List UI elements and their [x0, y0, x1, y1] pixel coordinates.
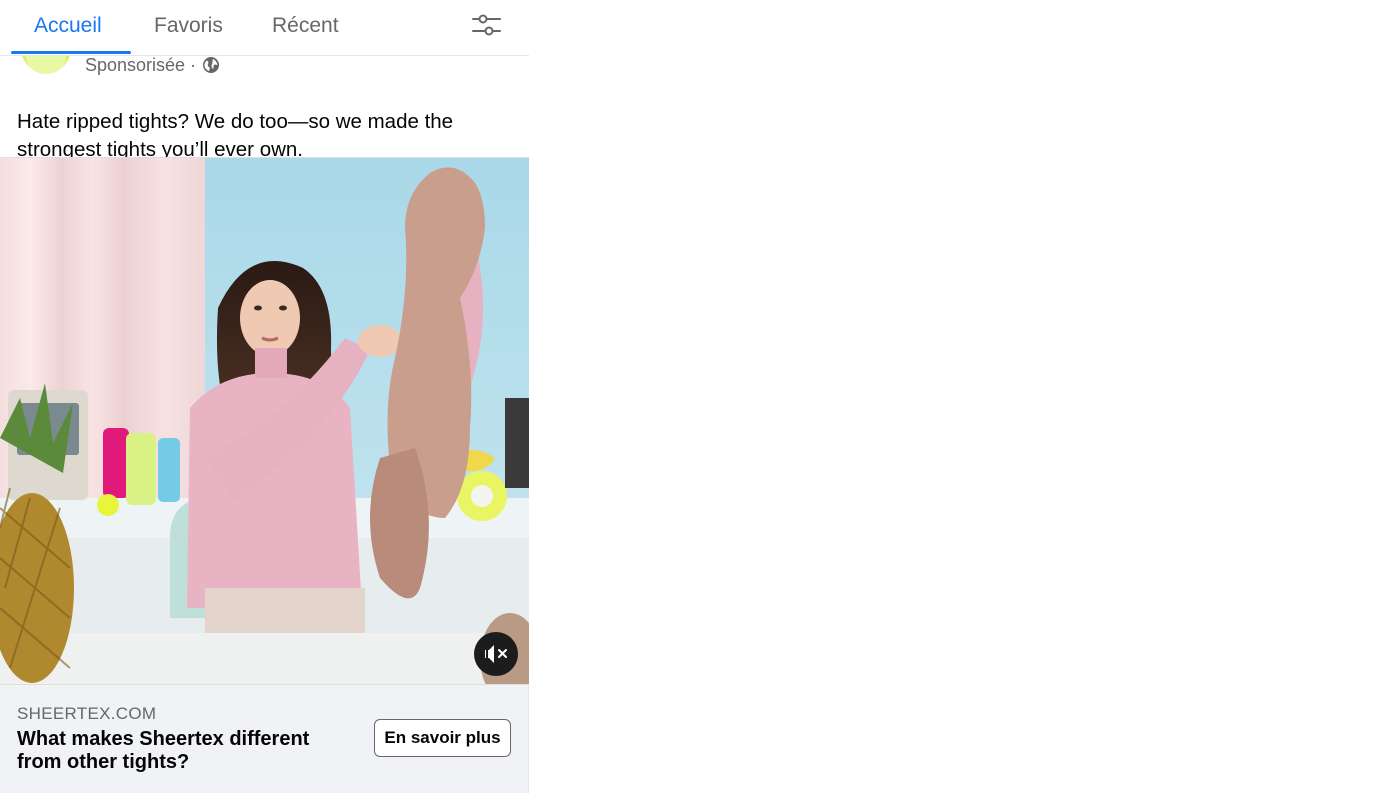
link-domain: SHEERTEX.COM	[17, 704, 157, 723]
tab-accueil[interactable]: Accueil	[34, 12, 102, 40]
link-headline[interactable]: What makes Sheertex different from other…	[17, 728, 347, 774]
tab-recent[interactable]: Récent	[272, 12, 339, 40]
woman-face	[240, 280, 300, 356]
tennis-ball	[97, 494, 119, 516]
left-hand	[358, 325, 402, 357]
video-frame	[0, 158, 529, 684]
tab-favoris[interactable]: Favoris	[154, 12, 223, 40]
sponsored-meta: Sponsorisée ·	[85, 54, 220, 76]
sponsored-label: Sponsorisée ·	[85, 55, 197, 75]
pink-sweater	[187, 373, 362, 608]
sliders-filter-icon[interactable]	[468, 10, 504, 40]
learn-more-button[interactable]: En savoir plus	[374, 719, 511, 757]
thread-spool	[103, 428, 129, 498]
speaker-muted-icon	[485, 645, 507, 663]
mute-button[interactable]	[474, 632, 518, 676]
feed-panel: Accueil Favoris Récent Sponsorisée · Hat…	[0, 0, 529, 806]
ad-video[interactable]	[0, 157, 529, 685]
post-caption: Hate ripped tights? We do too—so we made…	[17, 109, 454, 161]
globe-icon[interactable]	[202, 56, 220, 74]
feed-tabs: Accueil Favoris Récent	[0, 0, 529, 56]
link-preview-bar[interactable]: SHEERTEX.COM What makes Sheertex differe…	[0, 685, 529, 793]
desk	[0, 628, 529, 684]
active-tab-indicator	[11, 51, 131, 54]
microscope	[505, 398, 529, 488]
